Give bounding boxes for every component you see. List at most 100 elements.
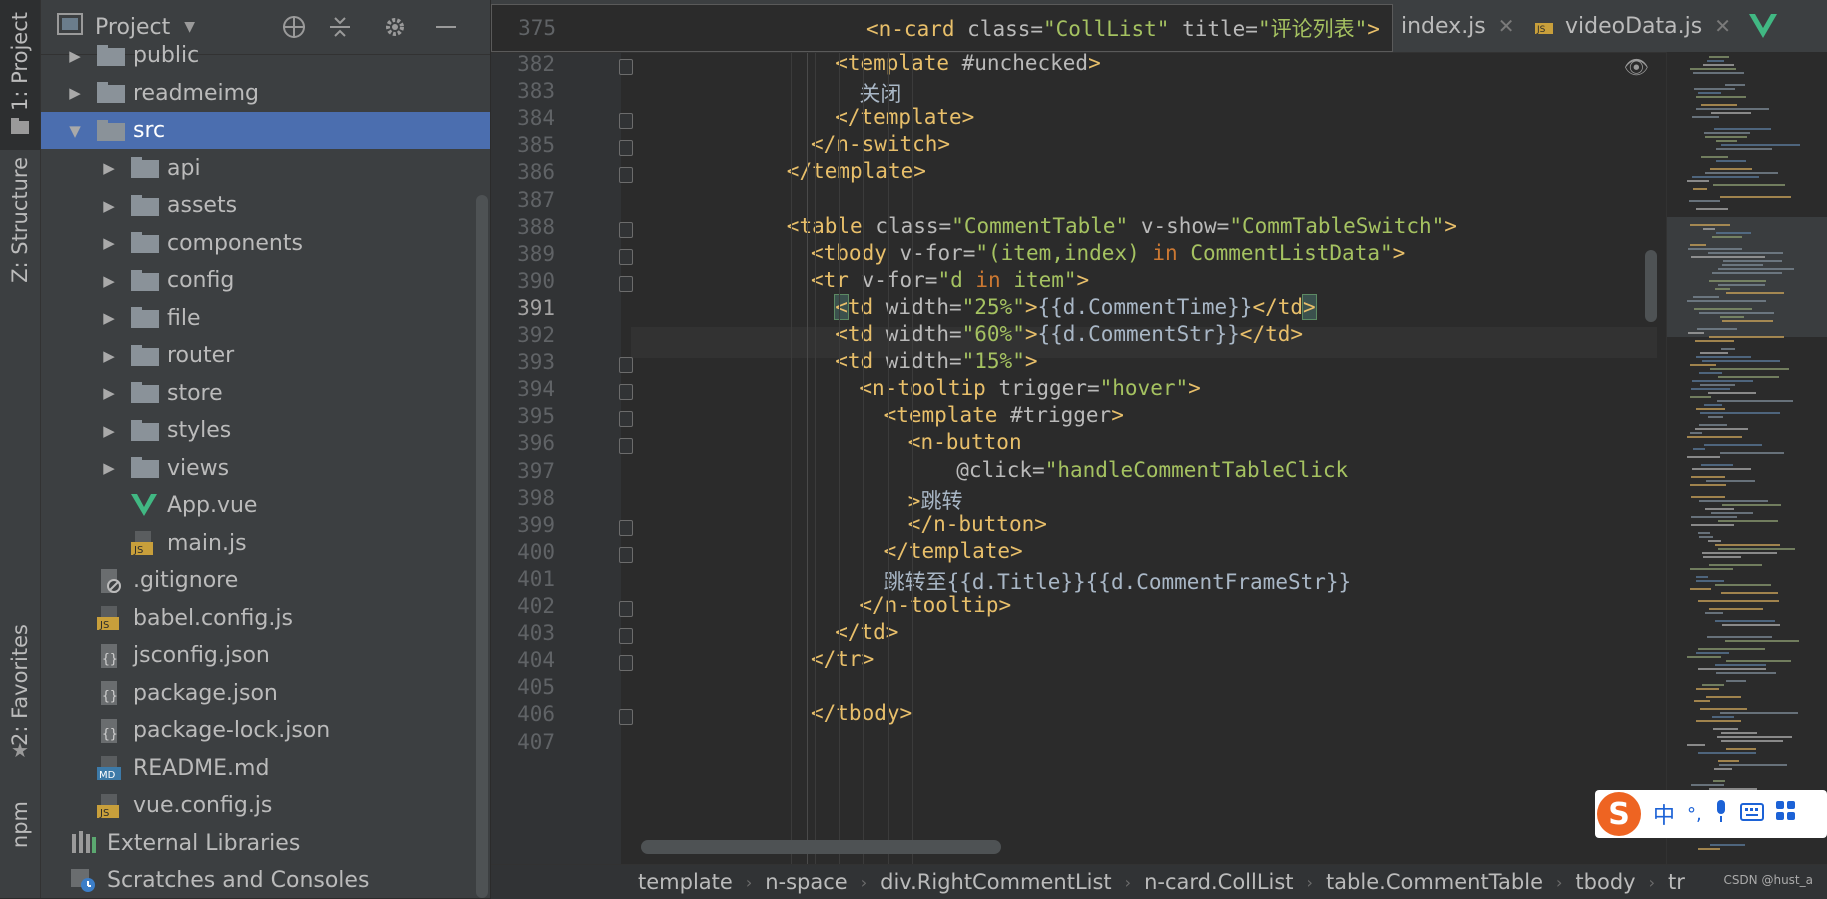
code-line[interactable]: <td width="60%">{{d.CommentStr}}</td> xyxy=(835,322,1303,346)
tree-item[interactable]: {} jsconfig.json xyxy=(41,637,472,674)
code-line[interactable]: </n-tooltip> xyxy=(859,593,1011,617)
breadcrumb-item[interactable]: div.RightCommentList xyxy=(880,870,1112,894)
code-line[interactable]: <template #unchecked> xyxy=(835,51,1101,75)
tool-tab-structure[interactable]: Z: Structure xyxy=(0,150,40,290)
code-line[interactable]: </n-switch> xyxy=(811,132,950,156)
fold-marker-icon[interactable] xyxy=(619,655,633,672)
tree-item[interactable]: JS babel.config.js xyxy=(41,600,472,637)
fold-marker-icon[interactable] xyxy=(619,601,633,617)
tree-item[interactable]: ▶ store xyxy=(41,375,472,412)
tree-item[interactable]: MD README.md xyxy=(41,750,472,787)
tree-item[interactable]: JS main.js xyxy=(41,525,472,562)
tree-item[interactable]: JS vue.config.js xyxy=(41,787,472,824)
breadcrumb-item[interactable]: n-card.CollList xyxy=(1144,870,1293,894)
sticky-scope-line[interactable]: 375 <n-card class="CollList" title="评论列表… xyxy=(491,4,1393,52)
breadcrumb-item[interactable]: tr xyxy=(1668,870,1685,894)
editor-horizontal-scrollbar[interactable] xyxy=(641,840,1001,854)
tree-item[interactable]: ▶ file xyxy=(41,300,472,337)
fold-marker-icon[interactable] xyxy=(619,411,633,428)
code-line[interactable]: </template> xyxy=(835,105,974,129)
tree-item[interactable]: ▶ router xyxy=(41,337,472,374)
breadcrumb-item[interactable]: tbody xyxy=(1575,870,1635,894)
tree-item[interactable]: ▶ readmeimg xyxy=(41,75,472,112)
breadcrumb-item[interactable]: template xyxy=(638,870,733,894)
fold-marker-icon[interactable] xyxy=(619,546,633,563)
collapsed-arrow-icon[interactable]: ▶ xyxy=(99,197,119,215)
collapsed-arrow-icon[interactable]: ▶ xyxy=(99,234,119,252)
collapsed-arrow-icon[interactable]: ▶ xyxy=(99,347,119,365)
fold-marker-icon[interactable] xyxy=(619,519,633,536)
ime-toolbar[interactable]: S 中 °, xyxy=(1595,790,1827,838)
fold-marker-icon[interactable] xyxy=(619,275,633,292)
fold-marker-icon[interactable] xyxy=(619,167,633,184)
code-line[interactable]: <template #trigger> xyxy=(884,403,1124,427)
code-editor[interactable]: 382 383 384 385 386 387 388 389 390 391 392 393 394 3… xyxy=(491,0,1827,864)
code-line[interactable]: <td width="25%">{{d.CommentTime}}</td> xyxy=(834,293,1317,320)
vue-file-icon[interactable] xyxy=(1749,0,1777,52)
collapsed-arrow-icon[interactable]: ▶ xyxy=(99,159,119,177)
collapsed-arrow-icon[interactable]: ▶ xyxy=(99,384,119,402)
tree-item[interactable]: App.vue xyxy=(41,487,472,524)
expanded-arrow-icon[interactable]: ▼ xyxy=(65,122,85,140)
tree-item[interactable]: ▶ config xyxy=(41,262,472,299)
keyboard-icon[interactable] xyxy=(1739,802,1764,827)
tree-item[interactable]: {} package.json xyxy=(41,675,472,712)
code-line[interactable]: <n-button xyxy=(908,430,1022,454)
code-line[interactable]: <n-tooltip trigger="hover"> xyxy=(859,376,1200,400)
fold-marker-icon[interactable] xyxy=(619,248,633,265)
collapsed-arrow-icon[interactable]: ▶ xyxy=(99,309,119,327)
code-line[interactable]: </n-button> xyxy=(908,512,1047,536)
tree-item[interactable]: {} package-lock.json xyxy=(41,712,472,749)
fold-marker-icon[interactable] xyxy=(619,438,633,455)
code-line[interactable]: @click="handleCommentTableClick xyxy=(956,458,1348,482)
fold-marker-icon[interactable] xyxy=(619,384,633,401)
fold-marker-icon[interactable] xyxy=(619,709,633,726)
ime-punctuation-toggle[interactable]: °, xyxy=(1687,804,1702,825)
fold-marker-icon[interactable] xyxy=(619,59,633,75)
editor-scrollbar-thumb[interactable] xyxy=(1645,250,1657,322)
code-line[interactable]: <tbody v-for="(item,index) in CommentLis… xyxy=(811,241,1405,265)
tree-item[interactable]: ▶ assets xyxy=(41,187,472,224)
tree-item[interactable]: ▶ styles xyxy=(41,412,472,449)
minimap-viewport[interactable] xyxy=(1667,217,1827,337)
chevron-down-icon[interactable]: ▼ xyxy=(184,19,195,35)
project-view-selector[interactable]: Project xyxy=(95,15,170,40)
grid-menu-icon[interactable] xyxy=(1775,801,1796,827)
tree-item[interactable]: ▶ api xyxy=(41,150,472,187)
tree-item[interactable]: External Libraries xyxy=(41,825,472,862)
tree-item[interactable]: ▶ components xyxy=(41,225,472,262)
code-line[interactable]: </td> xyxy=(835,620,898,644)
fold-marker-icon[interactable] xyxy=(619,628,633,645)
code-minimap[interactable] xyxy=(1666,52,1827,864)
tree-item[interactable]: ▶ public xyxy=(41,37,472,74)
tree-item[interactable]: Scratches and Consoles xyxy=(41,862,472,899)
fold-marker-icon[interactable] xyxy=(619,113,633,130)
project-scrollbar[interactable] xyxy=(476,195,488,898)
collapsed-arrow-icon[interactable]: ▶ xyxy=(99,272,119,290)
close-icon[interactable]: ✕ xyxy=(1714,14,1731,38)
tool-tab-npm[interactable]: npm xyxy=(0,790,40,860)
eye-icon[interactable]: 👁 xyxy=(1624,55,1649,79)
tree-item[interactable]: ▶ views xyxy=(41,450,472,487)
breadcrumb-item[interactable]: n-space xyxy=(765,870,848,894)
code-line[interactable]: >跳转 xyxy=(908,485,963,515)
code-line[interactable]: 关闭 xyxy=(859,78,901,108)
ime-language-toggle[interactable]: 中 xyxy=(1653,798,1675,830)
tree-item[interactable]: ▼ src xyxy=(41,112,490,149)
editor-tab-videodata-js[interactable]: JS videoData.js ✕ xyxy=(1531,0,1731,52)
code-line[interactable]: <td width="15%"> xyxy=(835,349,1037,373)
collapsed-arrow-icon[interactable]: ▶ xyxy=(99,459,119,477)
close-icon[interactable]: ✕ xyxy=(1498,14,1515,38)
breadcrumb-item[interactable]: table.CommentTable xyxy=(1326,870,1543,894)
code-line[interactable]: <tr v-for="d in item"> xyxy=(811,268,1089,292)
collapsed-arrow-icon[interactable]: ▶ xyxy=(65,84,85,102)
fold-marker-icon[interactable] xyxy=(619,140,633,157)
code-line[interactable]: 跳转至{{d.Title}}{{d.CommentFrameStr}} xyxy=(884,566,1352,596)
fold-marker-icon[interactable] xyxy=(619,357,633,374)
tool-tab-project[interactable]: 1: Project xyxy=(0,0,40,150)
microphone-icon[interactable] xyxy=(1714,800,1728,828)
editor-tab-index-js[interactable]: index.js ✕ xyxy=(1401,0,1515,52)
fold-marker-icon[interactable] xyxy=(619,221,633,238)
code-line[interactable]: </template> xyxy=(884,539,1023,563)
ime-logo[interactable]: S xyxy=(1597,792,1641,836)
